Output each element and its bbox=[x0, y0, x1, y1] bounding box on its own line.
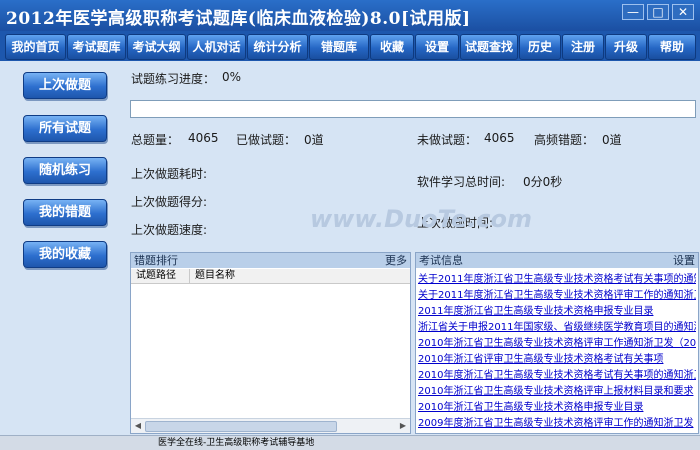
news-item[interactable]: 2011年度浙江省卫生高级专业技术资格申报专业目录 bbox=[418, 302, 696, 317]
news-item[interactable]: 2010年浙江省卫生高级专业技术资格评审工作通知浙卫发（2010） bbox=[418, 334, 696, 349]
news-item[interactable]: 2010年浙江省卫生高级专业技术资格申报专业目录 bbox=[418, 398, 696, 413]
news-item[interactable]: 2009年度浙江省卫生高级专业技术资格评审工作的通知浙卫发 bbox=[418, 414, 696, 429]
menu-settings[interactable]: 设置 bbox=[415, 34, 459, 60]
total-study-value: 0分0秒 bbox=[523, 175, 563, 189]
menu-man-machine[interactable]: 人机对话 bbox=[187, 34, 246, 60]
minimize-button[interactable]: — bbox=[622, 4, 644, 20]
menu-wrong-bank[interactable]: 错题库 bbox=[309, 34, 369, 60]
wrong-ranking-columns: 试题路径 题目名称 bbox=[131, 269, 410, 284]
menu-search[interactable]: 试题查找 bbox=[460, 34, 518, 60]
sidebar-my-wrong[interactable]: 我的错题 bbox=[23, 199, 107, 226]
total-value: 4065 bbox=[188, 131, 219, 145]
menu-question-bank[interactable]: 考试题库 bbox=[67, 34, 126, 60]
menu-help[interactable]: 帮助 bbox=[648, 34, 696, 60]
status-text: 医学全在线-卫生高级职称考试辅导基地 bbox=[158, 438, 315, 448]
wrong-ranking-title: 错题排行 bbox=[134, 254, 178, 267]
wrong-ranking-more-link[interactable]: 更多 bbox=[385, 253, 407, 268]
news-item[interactable]: 2010年度浙江省卫生高级专业技术资格考试有关事项的通知浙卫人 bbox=[418, 366, 696, 381]
undone-label: 未做试题： bbox=[417, 133, 478, 147]
progress-label: 试题练习进度： bbox=[131, 72, 216, 86]
menu-history[interactable]: 历史 bbox=[519, 34, 561, 60]
wrong-ranking-header: 错题排行 更多 bbox=[131, 253, 410, 268]
close-button[interactable]: ✕ bbox=[672, 4, 694, 20]
undone-value: 4065 bbox=[484, 131, 515, 145]
window-title: 2012年医学高级职称考试题库(临床血液检验)8.0[试用版] bbox=[6, 9, 471, 29]
total-study-label: 软件学习总时间: bbox=[417, 175, 506, 189]
sidebar-random-practice[interactable]: 随机练习 bbox=[23, 157, 107, 184]
sidebar: 上次做题 所有试题 随机练习 我的错题 我的收藏 bbox=[0, 61, 128, 435]
sidebar-my-favorites[interactable]: 我的收藏 bbox=[23, 241, 107, 268]
status-bar: 医学全在线-卫生高级职称考试辅导基地 bbox=[0, 435, 700, 450]
menu-statistics[interactable]: 统计分析 bbox=[247, 34, 308, 60]
menu-exam-outline[interactable]: 考试大纲 bbox=[127, 34, 186, 60]
done-value: 0道 bbox=[304, 133, 324, 147]
total-label: 总题量： bbox=[131, 133, 180, 147]
scroll-left-icon[interactable]: ◀ bbox=[132, 420, 144, 432]
scroll-thumb[interactable] bbox=[145, 421, 337, 432]
sidebar-all-questions[interactable]: 所有试题 bbox=[23, 115, 107, 142]
news-item[interactable]: 浙江省关于申报2011年国家级、省级继续医学教育项目的通知浙继 bbox=[418, 318, 696, 333]
exam-info-header: 考试信息 设置 bbox=[416, 253, 698, 268]
last-time-label: 上次做题耗时: bbox=[131, 167, 208, 181]
done-label: 已做试题： bbox=[236, 133, 297, 147]
column-divider bbox=[189, 269, 190, 283]
news-item[interactable]: 2010年浙江省卫生高级专业技术资格评审上报材料目录和要求 bbox=[418, 382, 696, 397]
wrong-ranking-panel: 错题排行 更多 试题路径 题目名称 ◀ ▶ bbox=[130, 252, 411, 434]
last-score-label: 上次做题得分: bbox=[131, 195, 208, 209]
progress-value: 0% bbox=[222, 70, 242, 84]
sidebar-last-practice[interactable]: 上次做题 bbox=[23, 72, 107, 99]
last-speed-label: 上次做题速度: bbox=[131, 223, 208, 237]
column-path[interactable]: 试题路径 bbox=[136, 269, 176, 283]
progress-bar bbox=[130, 100, 696, 118]
menu-home[interactable]: 我的首页 bbox=[5, 34, 66, 60]
menu-register[interactable]: 注册 bbox=[562, 34, 604, 60]
menu-favorites[interactable]: 收藏 bbox=[370, 34, 414, 60]
maximize-button[interactable]: □ bbox=[647, 4, 669, 20]
exam-info-settings-link[interactable]: 设置 bbox=[673, 253, 695, 268]
news-item[interactable]: 关于2011年度浙江省卫生高级专业技术资格考试有关事项的通知浙 bbox=[418, 270, 696, 285]
menu-upgrade[interactable]: 升级 bbox=[605, 34, 647, 60]
frequent-wrong-value: 0道 bbox=[602, 133, 622, 147]
scroll-right-icon[interactable]: ▶ bbox=[397, 420, 409, 432]
exam-info-title: 考试信息 bbox=[419, 254, 463, 267]
title-bar: 2012年医学高级职称考试题库(临床血液检验)8.0[试用版] — □ ✕ bbox=[0, 0, 700, 31]
news-item[interactable]: 关于2011年度浙江省卫生高级专业技术资格评审工作的通知浙卫发 bbox=[418, 286, 696, 301]
menu-bar: 我的首页 考试题库 考试大纲 人机对话 统计分析 错题库 收藏 设置 试题查找 … bbox=[0, 31, 700, 61]
exam-info-panel: 考试信息 设置 关于2011年度浙江省卫生高级专业技术资格考试有关事项的通知浙 … bbox=[415, 252, 699, 434]
frequent-wrong-label: 高频错题： bbox=[534, 133, 595, 147]
news-item[interactable]: 2010年浙江省评审卫生高级专业技术资格考试有关事项 bbox=[418, 350, 696, 365]
wrong-ranking-scrollbar[interactable]: ◀ ▶ bbox=[131, 418, 410, 433]
watermark: www.DuoTe.com bbox=[310, 205, 532, 233]
column-name[interactable]: 题目名称 bbox=[195, 269, 235, 283]
